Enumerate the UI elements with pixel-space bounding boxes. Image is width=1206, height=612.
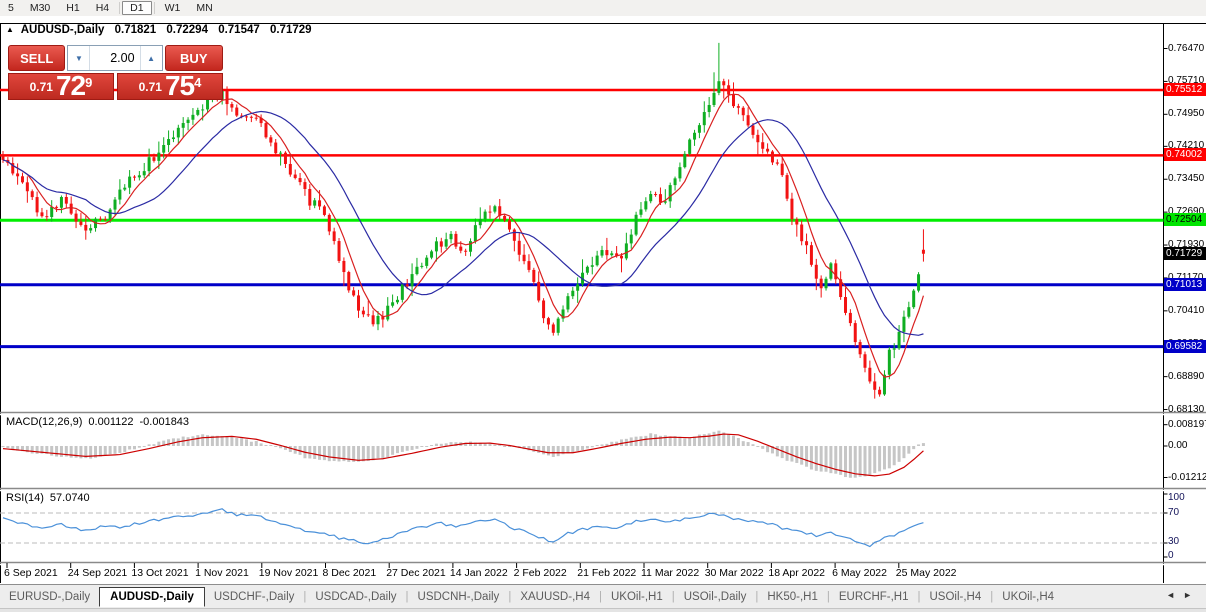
macd-indicator-label: MACD(12,26,9) 0.001122 -0.001843 — [6, 416, 195, 428]
tab-scroll-right-icon[interactable]: ► — [1183, 590, 1200, 600]
date-axis-label: 2 Feb 2022 — [513, 567, 567, 579]
date-axis-label: 13 Oct 2021 — [131, 567, 189, 579]
date-axis-label: 21 Feb 2022 — [577, 567, 637, 579]
rsi-name: RSI(14) — [6, 492, 44, 504]
macd-axis-tick: 0.008197 — [1168, 418, 1206, 430]
timeframe-button-d1[interactable]: D1 — [122, 1, 152, 15]
date-axis-label: 11 Mar 2022 — [641, 567, 700, 579]
chart-tab-usdcnhdaily[interactable]: USDCNH-,Daily — [409, 587, 509, 607]
sell-button[interactable]: SELL — [8, 45, 66, 71]
chart-tab-usdchfdaily[interactable]: USDCHF-,Daily — [205, 587, 304, 607]
rsi-axis-tick: 70 — [1168, 507, 1180, 518]
date-axis-label: 18 Apr 2022 — [768, 567, 826, 579]
timeframe-button-h4[interactable]: H4 — [88, 1, 117, 15]
volume-value[interactable]: 2.00 — [90, 46, 139, 70]
macd-axis-tick: -0.01212 — [1168, 471, 1206, 483]
one-click-trading-panel: SELL ▼ 2.00 ▲ BUY 0.71 72 9 0.71 75 4 — [8, 45, 223, 100]
chart-canvas[interactable] — [0, 16, 1206, 583]
price-axis-tick: 0.68890 — [1168, 370, 1205, 382]
toolbar-separator — [153, 2, 155, 14]
date-axis-label: 25 May 2022 — [895, 567, 957, 579]
volume-increase-icon[interactable]: ▲ — [139, 46, 162, 70]
rsi-axis-tick: 30 — [1168, 536, 1180, 547]
rsi-axis-tick: 100 — [1168, 492, 1185, 503]
toolbar-separator — [119, 2, 121, 14]
macd-value: 0.001122 — [88, 416, 134, 428]
buy-price-big-digits: 75 — [164, 70, 195, 101]
chart-tab-usdcaddaily[interactable]: USDCAD-,Daily — [306, 587, 405, 607]
buy-price-button[interactable]: 0.71 75 4 — [117, 70, 223, 101]
macd-axis-tick: 0.00 — [1168, 440, 1188, 451]
timeframe-button-h1[interactable]: H1 — [58, 1, 87, 15]
volume-stepper[interactable]: ▼ 2.00 ▲ — [67, 45, 163, 71]
price-axis-tick: 0.68130 — [1168, 403, 1205, 415]
ohlc-high: 0.72294 — [166, 24, 208, 36]
price-tag-current-price: 0.71729 — [1164, 246, 1206, 260]
date-axis-label: 8 Dec 2021 — [322, 567, 377, 579]
sell-price-big-digits: 72 — [55, 70, 86, 101]
tab-scroll-left-icon[interactable]: ◄ — [1166, 590, 1183, 600]
timeframe-toolbar: 5 M30 H1 H4 D1 W1 MN — [0, 0, 1206, 17]
price-tag-breakout: 0.72504 — [1164, 213, 1206, 227]
buy-price-prefix: 0.71 — [138, 80, 162, 94]
chart-symbol-label: AUDUSD-,Daily — [20, 24, 105, 36]
price-axis-tick: 0.74950 — [1168, 108, 1205, 120]
buy-price-pip-digit: 4 — [194, 75, 202, 90]
chart-tab-audusddaily[interactable]: AUDUSD-,Daily — [99, 586, 205, 607]
date-axis-label: 30 Mar 2022 — [704, 567, 764, 579]
chart-tab-ukoilh4[interactable]: UKOil-,H4 — [993, 587, 1063, 607]
volume-decrease-icon[interactable]: ▼ — [68, 46, 91, 70]
price-tag-resistance: 0.74002 — [1164, 148, 1206, 162]
price-axis-tick: 0.76470 — [1168, 42, 1205, 54]
tab-scroll-arrows: ◄► — [1166, 590, 1200, 600]
sell-price-pip-digit: 9 — [85, 75, 93, 90]
rsi-axis-tick: 0 — [1168, 550, 1174, 561]
date-axis-label: 24 Sep 2021 — [67, 567, 128, 579]
date-axis-label: 6 May 2022 — [832, 567, 887, 579]
trading-terminal-window: 5 M30 H1 H4 D1 W1 MN ▲ AUDUSD-,Daily 0.71821 0… — [0, 0, 1206, 612]
timeframe-button-5[interactable]: 5 — [0, 1, 22, 15]
date-axis-label: 14 Jan 2022 — [449, 567, 508, 579]
chart-tab-bar: EURUSD-,Daily AUDUSD-,Daily USDCHF-,Daily |… — [0, 584, 1206, 609]
chart-tab-usoilh4[interactable]: USOil-,H4 — [921, 587, 991, 607]
price-axis-tick: 0.70410 — [1168, 304, 1205, 316]
chart-tab-xauusdh4[interactable]: XAUUSD-,H4 — [511, 587, 599, 607]
price-tag-resistance: 0.75512 — [1164, 82, 1206, 96]
rsi-indicator-label: RSI(14) 57.0740 — [6, 492, 96, 504]
date-axis-label: 27 Dec 2021 — [386, 567, 446, 579]
chart-tab-usoildaily[interactable]: USOil-,Daily — [675, 587, 756, 607]
chart-tab-eurusddaily[interactable]: EURUSD-,Daily — [0, 587, 99, 607]
macd-name: MACD(12,26,9) — [6, 416, 83, 428]
chart-tab-ukoilh1[interactable]: UKOil-,H1 — [602, 587, 672, 607]
ohlc-low: 0.71547 — [218, 24, 260, 36]
rsi-value: 57.0740 — [49, 492, 90, 504]
price-axis-tick: 0.73450 — [1168, 173, 1205, 185]
chart-title: ▲ AUDUSD-,Daily 0.71821 0.72294 0.71547 … — [6, 24, 319, 36]
buy-button[interactable]: BUY — [164, 45, 223, 71]
chart-tab-hk50h1[interactable]: HK50-,H1 — [758, 587, 827, 607]
ohlc-open: 0.71821 — [114, 24, 157, 36]
window-bottom-edge — [0, 608, 1206, 612]
timeframe-button-mn[interactable]: MN — [188, 1, 220, 15]
price-tag-support: 0.71013 — [1164, 277, 1206, 291]
date-axis-label: 6 Sep 2021 — [4, 567, 58, 579]
date-axis-label: 19 Nov 2021 — [258, 567, 319, 579]
sell-price-button[interactable]: 0.71 72 9 — [8, 70, 114, 101]
date-axis-label: 1 Nov 2021 — [195, 567, 249, 579]
collapse-panel-icon[interactable]: ▲ — [6, 25, 14, 34]
chart-tab-eurchfh1[interactable]: EURCHF-,H1 — [830, 587, 918, 607]
macd-signal-value: -0.001843 — [139, 416, 190, 428]
price-tag-support: 0.69582 — [1164, 339, 1206, 353]
timeframe-button-w1[interactable]: W1 — [157, 1, 189, 15]
timeframe-button-m30[interactable]: M30 — [22, 1, 58, 15]
ohlc-close: 0.71729 — [269, 24, 312, 36]
sell-price-prefix: 0.71 — [29, 80, 53, 94]
